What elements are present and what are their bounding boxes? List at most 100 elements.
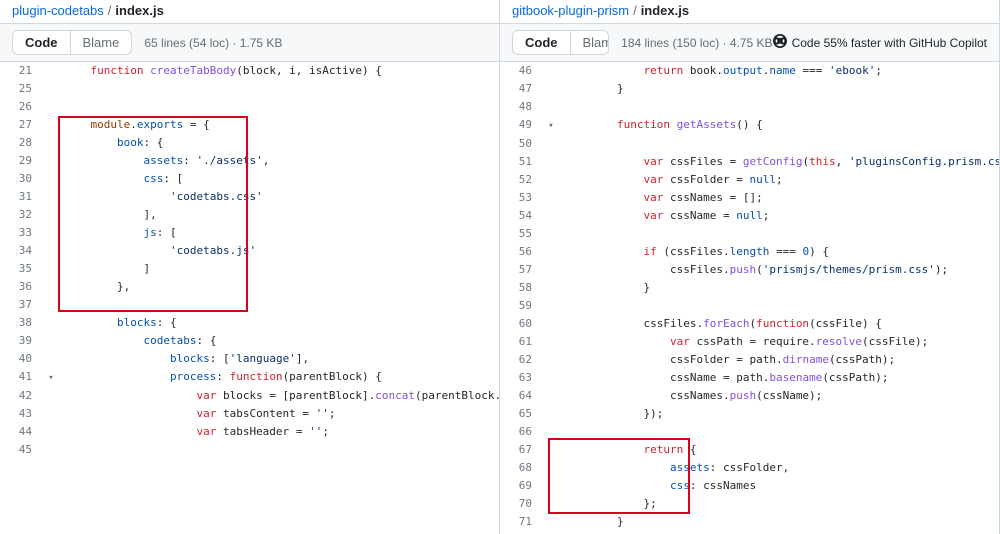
- fold-gutter[interactable]: [42, 405, 60, 423]
- fold-gutter[interactable]: [542, 80, 560, 98]
- line-number[interactable]: 43: [0, 405, 42, 423]
- code-line[interactable]: 71 }: [500, 513, 999, 531]
- code-cell[interactable]: [560, 297, 999, 315]
- fold-gutter[interactable]: [542, 405, 560, 423]
- line-number[interactable]: 33: [0, 224, 42, 242]
- fold-gutter[interactable]: [42, 188, 60, 206]
- code-cell[interactable]: 'codetabs.css': [60, 188, 499, 206]
- line-number[interactable]: 58: [500, 279, 542, 297]
- code-cell[interactable]: ]: [60, 260, 499, 278]
- fold-gutter[interactable]: [542, 477, 560, 495]
- copilot-badge[interactable]: Code 55% faster with GitHub Copilot: [773, 34, 987, 51]
- fold-gutter[interactable]: [542, 135, 560, 153]
- code-tab[interactable]: Code: [513, 31, 571, 54]
- fold-gutter[interactable]: [42, 98, 60, 116]
- code-cell[interactable]: [60, 98, 499, 116]
- line-number[interactable]: 48: [500, 98, 542, 116]
- code-cell[interactable]: };: [560, 495, 999, 513]
- code-line[interactable]: 33 js: [: [0, 224, 499, 242]
- breadcrumb-repo[interactable]: plugin-codetabs: [12, 3, 104, 18]
- code-line[interactable]: 32 ],: [0, 206, 499, 224]
- code-line[interactable]: 29 assets: './assets',: [0, 152, 499, 170]
- code-line[interactable]: 56 if (cssFiles.length === 0) {: [500, 243, 999, 261]
- fold-gutter[interactable]: [542, 495, 560, 513]
- code-cell[interactable]: cssFiles.push('prismjs/themes/prism.css'…: [560, 261, 999, 279]
- code-line[interactable]: 52 var cssFolder = null;: [500, 171, 999, 189]
- line-number[interactable]: 69: [500, 477, 542, 495]
- line-number[interactable]: 40: [0, 350, 42, 368]
- fold-gutter[interactable]: [542, 207, 560, 225]
- line-number[interactable]: 51: [500, 153, 542, 171]
- code-line[interactable]: 51 var cssFiles = getConfig(this, 'plugi…: [500, 153, 999, 171]
- fold-gutter[interactable]: [542, 351, 560, 369]
- code-line[interactable]: 47 }: [500, 80, 999, 98]
- code-cell[interactable]: blocks: {: [60, 314, 499, 332]
- fold-gutter[interactable]: [42, 134, 60, 152]
- fold-gutter[interactable]: [42, 80, 60, 98]
- fold-gutter[interactable]: [542, 171, 560, 189]
- code-line[interactable]: 25: [0, 80, 499, 98]
- line-number[interactable]: 50: [500, 135, 542, 153]
- line-number[interactable]: 28: [0, 134, 42, 152]
- code-line[interactable]: 54 var cssName = null;: [500, 207, 999, 225]
- line-number[interactable]: 21: [0, 62, 42, 80]
- code-line[interactable]: 49▾ function getAssets() {: [500, 116, 999, 135]
- code-cell[interactable]: function createTabBody(block, i, isActiv…: [60, 62, 499, 80]
- code-line[interactable]: 65 });: [500, 405, 999, 423]
- code-cell[interactable]: [60, 296, 499, 314]
- fold-gutter[interactable]: [42, 170, 60, 188]
- line-number[interactable]: 52: [500, 171, 542, 189]
- chevron-down-icon[interactable]: ▾: [548, 117, 553, 135]
- line-number[interactable]: 70: [500, 495, 542, 513]
- fold-gutter[interactable]: [42, 314, 60, 332]
- line-number[interactable]: 32: [0, 206, 42, 224]
- code-cell[interactable]: book: {: [60, 134, 499, 152]
- blame-tab[interactable]: Blame: [571, 31, 610, 54]
- chevron-down-icon[interactable]: ▾: [48, 369, 53, 387]
- code-cell[interactable]: return {: [560, 441, 999, 459]
- code-line[interactable]: 43 var tabsContent = '';: [0, 405, 499, 423]
- line-number[interactable]: 66: [500, 423, 542, 441]
- line-number[interactable]: 65: [500, 405, 542, 423]
- fold-gutter[interactable]: [42, 441, 60, 459]
- code-line[interactable]: 40 blocks: ['language'],: [0, 350, 499, 368]
- line-number[interactable]: 42: [0, 387, 42, 405]
- code-line[interactable]: 46 return book.output.name === 'ebook';: [500, 62, 999, 80]
- code-line[interactable]: 21 function createTabBody(block, i, isAc…: [0, 62, 499, 80]
- fold-gutter[interactable]: [42, 206, 60, 224]
- code-area-right[interactable]: 46 return book.output.name === 'ebook';4…: [500, 62, 999, 534]
- line-number[interactable]: 29: [0, 152, 42, 170]
- fold-gutter[interactable]: [542, 315, 560, 333]
- line-number[interactable]: 45: [0, 441, 42, 459]
- line-number[interactable]: 25: [0, 80, 42, 98]
- fold-gutter[interactable]: [542, 261, 560, 279]
- fold-gutter[interactable]: [542, 279, 560, 297]
- line-number[interactable]: 44: [0, 423, 42, 441]
- code-cell[interactable]: var cssFiles = getConfig(this, 'pluginsC…: [560, 153, 999, 171]
- code-line[interactable]: 27 module.exports = {: [0, 116, 499, 134]
- line-number[interactable]: 56: [500, 243, 542, 261]
- line-number[interactable]: 46: [500, 62, 542, 80]
- code-cell[interactable]: [60, 80, 499, 98]
- code-cell[interactable]: 'codetabs.js': [60, 242, 499, 260]
- line-number[interactable]: 64: [500, 387, 542, 405]
- code-line[interactable]: 68 assets: cssFolder,: [500, 459, 999, 477]
- line-number[interactable]: 71: [500, 513, 542, 531]
- code-cell[interactable]: [560, 423, 999, 441]
- code-line[interactable]: 70 };: [500, 495, 999, 513]
- code-cell[interactable]: css: cssNames: [560, 477, 999, 495]
- fold-gutter[interactable]: [42, 242, 60, 260]
- code-cell[interactable]: var blocks = [parentBlock].concat(parent…: [60, 387, 499, 405]
- code-line[interactable]: 37: [0, 296, 499, 314]
- fold-gutter[interactable]: [542, 423, 560, 441]
- line-number[interactable]: 61: [500, 333, 542, 351]
- code-line[interactable]: 26: [0, 98, 499, 116]
- line-number[interactable]: 57: [500, 261, 542, 279]
- fold-gutter[interactable]: ▾: [542, 116, 560, 135]
- fold-gutter[interactable]: [42, 296, 60, 314]
- code-cell[interactable]: cssNames.push(cssName);: [560, 387, 999, 405]
- fold-gutter[interactable]: [42, 152, 60, 170]
- code-line[interactable]: 48: [500, 98, 999, 116]
- code-cell[interactable]: var cssNames = [];: [560, 189, 999, 207]
- code-line[interactable]: 63 cssName = path.basename(cssPath);: [500, 369, 999, 387]
